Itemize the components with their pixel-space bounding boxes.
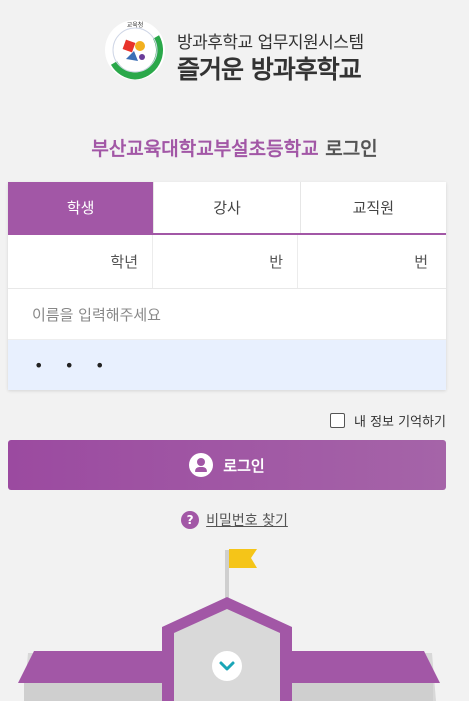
name-input[interactable]: 이름을 입력해주세요 bbox=[8, 289, 446, 340]
find-password-link[interactable]: 비밀번호 찾기 bbox=[206, 510, 288, 530]
class-info-row: 학년 반 번 bbox=[8, 235, 446, 289]
svg-text:교육청: 교육청 bbox=[127, 22, 144, 29]
login-button-label: 로그인 bbox=[223, 456, 265, 475]
number-field[interactable]: 번 bbox=[298, 235, 446, 288]
password-input[interactable]: • • • bbox=[8, 340, 446, 390]
remember-me[interactable]: 내 정보 기억하기 bbox=[330, 411, 446, 430]
remember-label: 내 정보 기억하기 bbox=[354, 415, 446, 430]
app-name: 즐거운 방과후학교 bbox=[177, 55, 362, 84]
find-password[interactable]: ? 비밀번호 찾기 bbox=[0, 510, 469, 530]
class-field[interactable]: 반 bbox=[153, 235, 298, 288]
tab-instructor[interactable]: 강사 bbox=[154, 182, 301, 233]
school-name: 부산교육대학교부설초등학교 bbox=[91, 138, 319, 160]
header: 교육청 방과후학교 업무지원시스템 즐거운 방과후학교 bbox=[0, 0, 469, 110]
tab-staff[interactable]: 교직원 bbox=[300, 182, 446, 233]
user-icon bbox=[189, 453, 214, 477]
grade-field[interactable]: 학년 bbox=[8, 235, 153, 288]
tab-student[interactable]: 학생 bbox=[8, 182, 155, 233]
office-of-education-emblem-icon: 교육청 bbox=[105, 20, 165, 80]
login-suffix: 로그인 bbox=[318, 138, 378, 160]
flag-icon bbox=[229, 549, 257, 568]
login-title: 부산교육대학교부설초등학교 로그인 bbox=[0, 134, 469, 161]
login-button[interactable]: 로그인 bbox=[8, 440, 446, 490]
user-type-tabs: 학생 강사 교직원 bbox=[8, 182, 446, 235]
remember-checkbox[interactable] bbox=[330, 413, 345, 428]
login-form: 학생 강사 교직원 학년 반 번 이름을 입력해주세요 • • • bbox=[8, 182, 446, 390]
school-building-icon bbox=[18, 549, 440, 701]
question-icon: ? bbox=[181, 511, 200, 529]
